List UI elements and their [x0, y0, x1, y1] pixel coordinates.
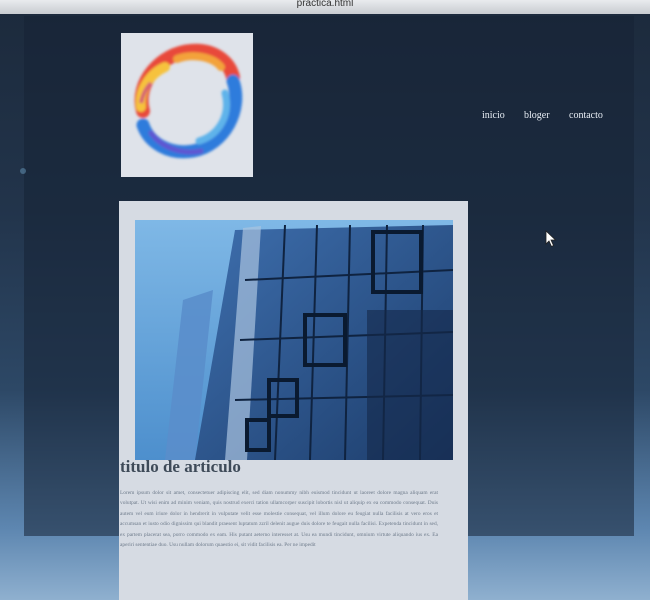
watercolor-ring-logo-icon [134, 43, 243, 159]
screen-glare-dot [20, 168, 26, 174]
mouse-pointer-icon [545, 230, 557, 248]
article-title: titulo de articulo [120, 457, 241, 476]
browser-address-bar[interactable]: practica.html [0, 0, 650, 14]
address-text: practica.html [296, 0, 354, 9]
site-logo[interactable] [121, 33, 253, 177]
main-navigation: inicio bloger contacto [470, 110, 620, 130]
article-body: Lorem ipsum dolor sit amet, consectetuer… [120, 490, 438, 549]
article-card: titulo de articulo Lorem ipsum dolor sit… [119, 201, 468, 600]
article-text-area: titulo de articulo Lorem ipsum dolor sit… [120, 201, 469, 600]
nav-link-inicio[interactable]: inicio [482, 110, 505, 121]
nav-link-bloger[interactable]: bloger [524, 110, 550, 121]
nav-link-contacto[interactable]: contacto [569, 110, 603, 121]
